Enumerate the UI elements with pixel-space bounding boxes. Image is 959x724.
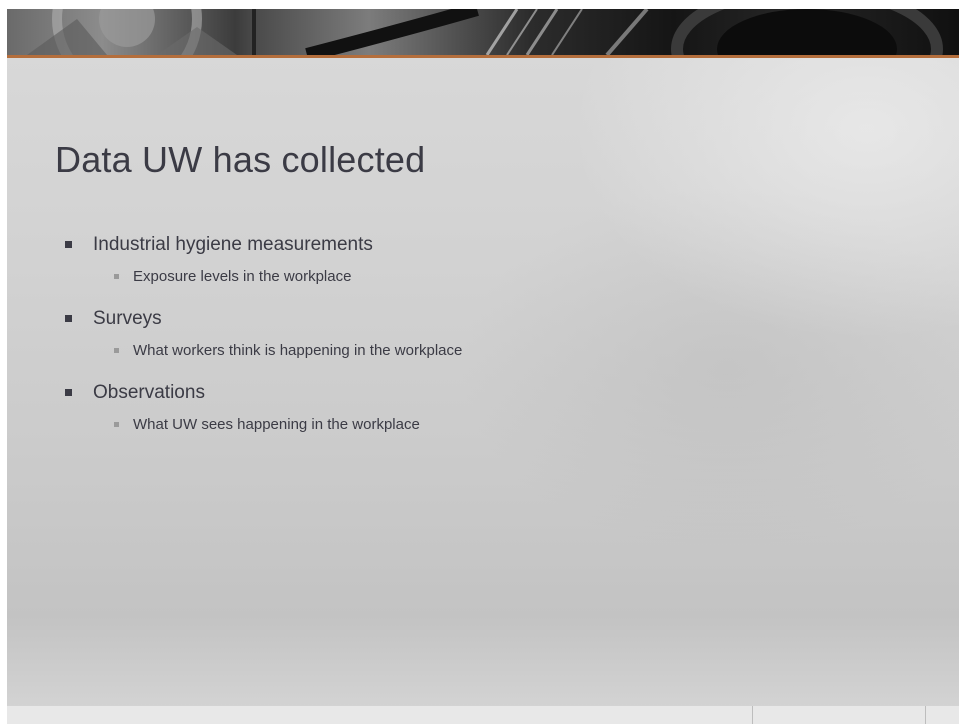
sub-bullet-item: What workers think is happening in the w… [59, 340, 462, 362]
bullet-item: Surveys [59, 305, 462, 333]
footer-divider [925, 706, 926, 724]
sub-bullet-text: Exposure levels in the workplace [133, 268, 352, 285]
slide-title: Data UW has collected [55, 139, 426, 180]
sub-bullet-item: What UW sees happening in the workplace [59, 414, 462, 436]
sub-bullet-text: What UW sees happening in the workplace [133, 416, 420, 433]
square-bullet-icon [65, 315, 72, 322]
bullet-item: Observations [59, 379, 462, 407]
header-banner-image [7, 9, 959, 55]
square-sub-bullet-icon [114, 422, 119, 427]
sub-bullet-text: What workers think is happening in the w… [133, 342, 463, 359]
bullet-list: Industrial hygiene measurements Exposure… [59, 231, 462, 453]
banner-graphic [27, 9, 943, 55]
bullet-text: Observations [93, 382, 205, 403]
square-bullet-icon [65, 389, 72, 396]
bullet-text: Industrial hygiene measurements [93, 234, 373, 255]
square-sub-bullet-icon [114, 348, 119, 353]
sub-bullet-item: Exposure levels in the workplace [59, 266, 462, 288]
square-sub-bullet-icon [114, 274, 119, 279]
footer-divider [752, 706, 753, 724]
bullet-item: Industrial hygiene measurements [59, 231, 462, 259]
banner-accent-rule [7, 55, 959, 58]
slide: Data UW has collected Industrial hygiene… [7, 9, 959, 724]
slide-footer-bar [7, 706, 959, 724]
square-bullet-icon [65, 241, 72, 248]
bullet-text: Surveys [93, 308, 162, 329]
